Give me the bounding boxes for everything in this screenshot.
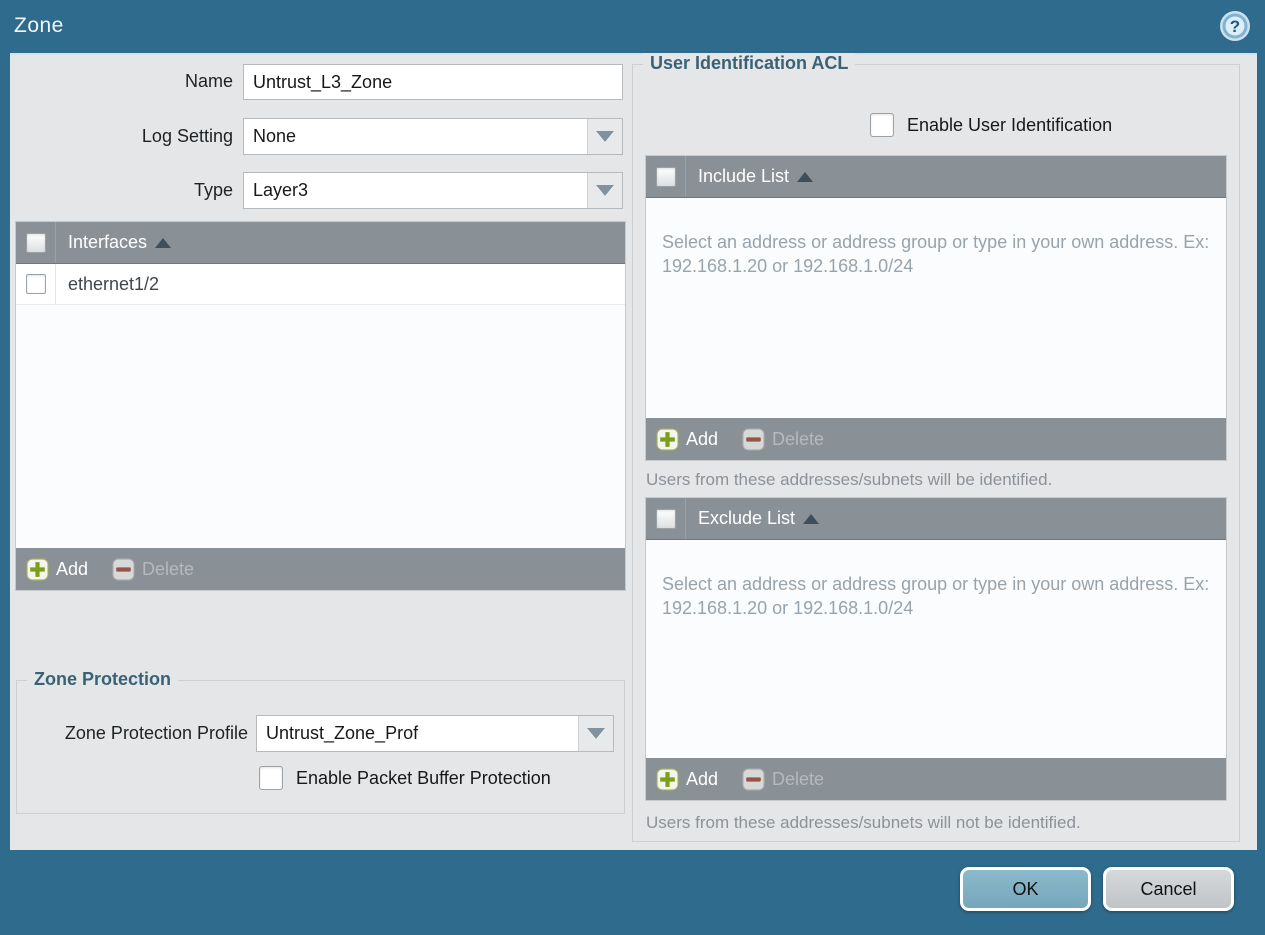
interfaces-table-footer: Add Delete <box>16 548 625 590</box>
type-select <box>243 172 623 209</box>
ok-button[interactable]: OK <box>960 867 1091 911</box>
interfaces-table: Interfaces ethernet1/2 Add Delete <box>16 222 625 590</box>
zone-protection-profile-input[interactable] <box>257 716 578 751</box>
zone-protection-section: Zone Protection Zone Protection Profile … <box>16 669 625 814</box>
exclude-list-footer: Add Delete <box>646 758 1226 800</box>
include-list-column-header[interactable]: Include List <box>698 166 814 187</box>
exclude-list-note: Users from these addresses/subnets will … <box>646 813 1081 832</box>
zone-protection-legend: Zone Protection <box>27 669 179 690</box>
sort-ascending-icon <box>803 513 820 524</box>
minus-icon <box>742 768 765 790</box>
enable-user-identification-row: Enable User Identification <box>870 113 1112 137</box>
include-select-all-cell <box>646 156 686 197</box>
zone-dialog: { "dialog": { "title": "Zone" }, "icons"… <box>0 0 1265 935</box>
include-select-all-checkbox[interactable] <box>655 166 676 187</box>
exclude-list-body[interactable]: Select an address or address group or ty… <box>646 540 1226 758</box>
dialog-titlebar: Zone ? <box>0 0 1265 53</box>
exclude-list-table: Exclude List Select an address or addres… <box>646 498 1226 800</box>
plus-icon <box>26 558 49 580</box>
help-icon[interactable]: ? <box>1219 10 1251 42</box>
zone-protection-profile-dropdown-button[interactable] <box>578 716 613 751</box>
interfaces-column-header[interactable]: Interfaces <box>68 232 172 253</box>
sort-ascending-icon <box>797 171 814 182</box>
name-label: Name <box>184 71 233 91</box>
user-identification-acl-section: User Identification ACL Enable User Iden… <box>632 53 1240 842</box>
type-dropdown-button[interactable] <box>587 173 622 208</box>
table-row[interactable]: ethernet1/2 <box>16 264 625 305</box>
interfaces-table-header: Interfaces <box>16 222 625 264</box>
enable-user-identification-label: Enable User Identification <box>907 114 1113 135</box>
exclude-list-placeholder: Select an address or address group or ty… <box>662 574 1210 619</box>
name-input[interactable] <box>243 64 623 100</box>
minus-icon <box>742 428 765 450</box>
row-checkbox[interactable] <box>25 274 46 294</box>
svg-text:?: ? <box>1230 17 1240 36</box>
interfaces-delete-button[interactable]: Delete <box>112 558 194 581</box>
log-setting-select <box>243 118 623 155</box>
type-label: Type <box>193 180 233 200</box>
dialog-body: Name Log Setting Type Interfaces <box>10 53 1257 850</box>
log-setting-label: Log Setting <box>141 126 233 146</box>
exclude-list-header: Exclude List <box>646 498 1226 540</box>
zone-protection-profile-select <box>256 715 614 752</box>
include-list-note: Users from these addresses/subnets will … <box>646 470 1053 489</box>
interfaces-select-all-checkbox[interactable] <box>25 232 46 253</box>
plus-icon <box>656 768 679 790</box>
chevron-down-icon <box>596 185 614 196</box>
include-list-table: Include List Select an address or addres… <box>646 156 1226 460</box>
dialog-title: Zone <box>14 14 64 37</box>
sort-ascending-icon <box>155 237 172 248</box>
type-input[interactable] <box>244 173 587 208</box>
chevron-down-icon <box>587 728 605 739</box>
exclude-delete-button[interactable]: Delete <box>742 768 824 791</box>
chevron-down-icon <box>596 131 614 142</box>
packet-buffer-protection-row: Enable Packet Buffer Protection <box>259 766 551 790</box>
include-list-footer: Add Delete <box>646 418 1226 460</box>
include-list-body[interactable]: Select an address or address group or ty… <box>646 198 1226 418</box>
enable-user-identification-checkbox[interactable] <box>870 113 894 137</box>
include-delete-button[interactable]: Delete <box>742 428 824 451</box>
log-setting-dropdown-button[interactable] <box>587 119 622 154</box>
include-add-button[interactable]: Add <box>656 428 718 451</box>
packet-buffer-protection-checkbox[interactable] <box>259 766 283 790</box>
exclude-select-all-cell <box>646 498 686 539</box>
interface-name: ethernet1/2 <box>68 273 160 294</box>
exclude-list-column-header[interactable]: Exclude List <box>698 508 820 529</box>
packet-buffer-protection-label: Enable Packet Buffer Protection <box>296 767 551 788</box>
interfaces-table-body[interactable]: ethernet1/2 <box>16 264 625 548</box>
minus-icon <box>112 558 135 580</box>
row-checkbox-cell <box>16 264 56 304</box>
interfaces-add-button[interactable]: Add <box>26 558 88 581</box>
cancel-button[interactable]: Cancel <box>1103 867 1234 911</box>
include-list-header: Include List <box>646 156 1226 198</box>
plus-icon <box>656 428 679 450</box>
zone-protection-profile-label: Zone Protection Profile <box>64 723 248 743</box>
include-list-placeholder: Select an address or address group or ty… <box>662 232 1210 277</box>
interfaces-select-all-cell <box>16 222 56 263</box>
user-identification-acl-legend: User Identification ACL <box>643 53 856 74</box>
exclude-add-button[interactable]: Add <box>656 768 718 791</box>
log-setting-input[interactable] <box>244 119 587 154</box>
exclude-select-all-checkbox[interactable] <box>655 508 676 529</box>
